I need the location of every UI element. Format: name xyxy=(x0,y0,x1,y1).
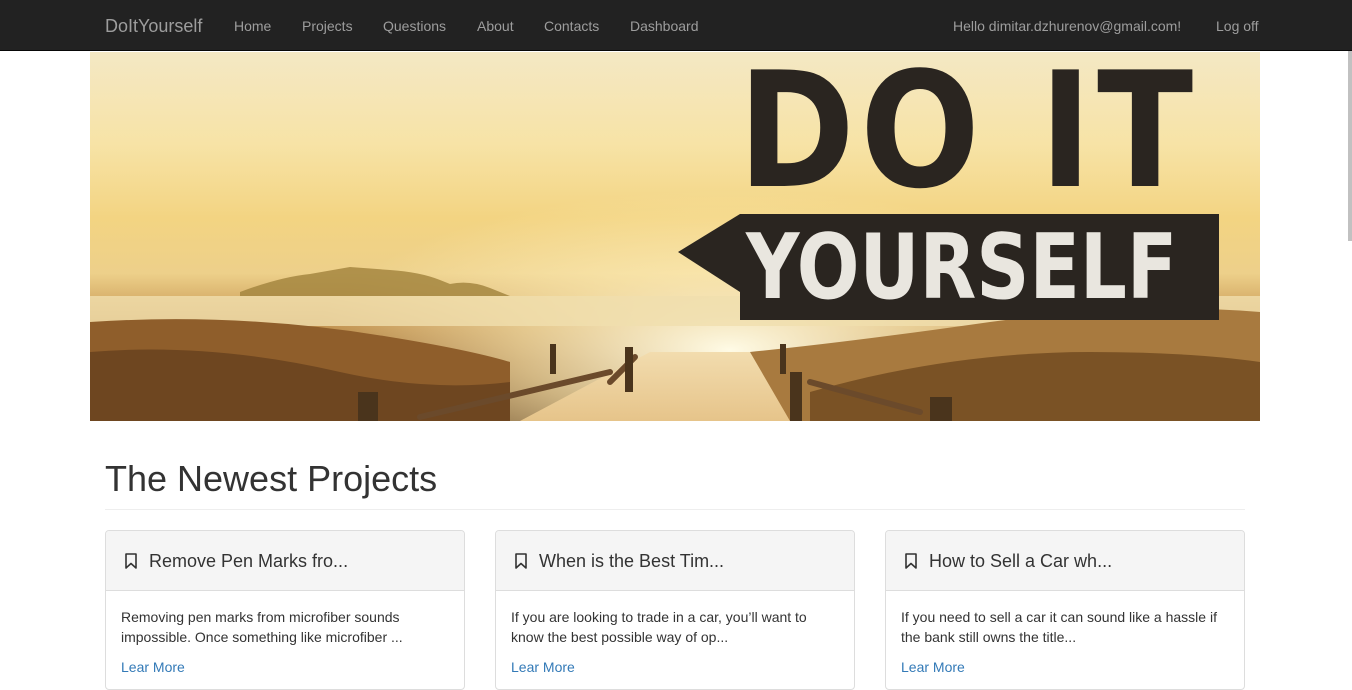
logoff-link[interactable]: Log off xyxy=(1216,17,1259,35)
brand-link[interactable]: DoItYourself xyxy=(105,15,202,37)
section-divider xyxy=(105,509,1245,510)
card-excerpt: If you are looking to trade in a car, yo… xyxy=(511,609,807,645)
project-card: How to Sell a Car wh... If you need to s… xyxy=(885,530,1245,690)
bookmark-icon xyxy=(125,553,137,569)
card-title[interactable]: When is the Best Tim... xyxy=(539,550,724,572)
nav-projects[interactable]: Projects xyxy=(302,17,353,35)
learn-more-link[interactable]: Lear More xyxy=(121,657,185,677)
top-navbar: DoItYourself Home Projects Questions Abo… xyxy=(0,0,1352,51)
nav-dashboard[interactable]: Dashboard xyxy=(630,17,699,35)
bookmark-icon xyxy=(515,553,527,569)
nav-home[interactable]: Home xyxy=(234,17,271,35)
learn-more-link[interactable]: Lear More xyxy=(511,657,575,677)
project-card: Remove Pen Marks fro... Removing pen mar… xyxy=(105,530,465,690)
nav-contacts[interactable]: Contacts xyxy=(544,17,599,35)
hero-banner: DO IT YOURSELF xyxy=(90,52,1260,421)
card-header: How to Sell a Car wh... xyxy=(886,531,1244,591)
section-title: The Newest Projects xyxy=(105,458,438,499)
card-header: Remove Pen Marks fro... xyxy=(106,531,464,591)
hero-title-line1: DO IT xyxy=(738,52,1199,224)
user-greeting-link[interactable]: Hello dimitar.dzhurenov@gmail.com! xyxy=(953,17,1181,35)
bookmark-icon xyxy=(905,553,917,569)
nav-about[interactable]: About xyxy=(477,17,514,35)
card-excerpt: If you need to sell a car it can sound l… xyxy=(901,609,1217,645)
card-title[interactable]: How to Sell a Car wh... xyxy=(929,550,1112,572)
hero-title-line2: YOURSELF xyxy=(746,215,1178,320)
scrollbar-thumb[interactable] xyxy=(1348,51,1352,241)
nav-questions[interactable]: Questions xyxy=(383,17,446,35)
project-card: When is the Best Tim... If you are looki… xyxy=(495,530,855,690)
card-header: When is the Best Tim... xyxy=(496,531,854,591)
card-excerpt: Removing pen marks from microfiber sound… xyxy=(121,609,403,645)
learn-more-link[interactable]: Lear More xyxy=(901,657,965,677)
card-title[interactable]: Remove Pen Marks fro... xyxy=(149,550,348,572)
